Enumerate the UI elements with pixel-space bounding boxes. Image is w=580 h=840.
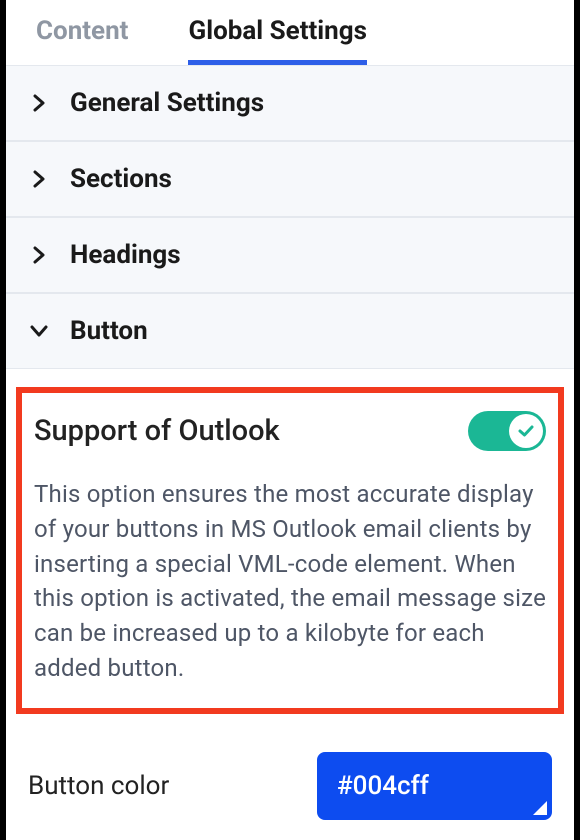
chevron-right-icon [30, 246, 48, 264]
section-headings[interactable]: Headings [6, 217, 574, 293]
section-sections[interactable]: Sections [6, 141, 574, 217]
chevron-right-icon [30, 94, 48, 112]
toggle-knob [509, 414, 543, 448]
button-color-row: Button color #004cff [6, 722, 574, 820]
check-icon [517, 422, 535, 440]
button-color-label: Button color [28, 771, 169, 801]
outlook-support-highlight: Support of Outlook This option ensures t… [16, 387, 564, 714]
outlook-support-toggle[interactable] [468, 411, 546, 451]
outlook-support-description: This option ensures the most accurate di… [34, 477, 546, 686]
section-label: Sections [70, 164, 172, 194]
chevron-right-icon [30, 170, 48, 188]
button-color-picker[interactable]: #004cff [317, 752, 552, 820]
section-label: General Settings [70, 88, 264, 118]
tab-global-settings[interactable]: Global Settings [188, 10, 366, 65]
section-button[interactable]: Button [6, 293, 574, 369]
resize-corner-icon [533, 801, 547, 815]
section-general-settings[interactable]: General Settings [6, 65, 574, 141]
chevron-down-icon [30, 322, 48, 340]
section-label: Headings [70, 240, 181, 270]
outlook-support-title: Support of Outlook [34, 414, 280, 448]
tab-content[interactable]: Content [36, 10, 128, 65]
button-color-value: #004cff [337, 771, 429, 801]
tab-bar: Content Global Settings [6, 0, 574, 65]
section-label: Button [70, 316, 148, 346]
